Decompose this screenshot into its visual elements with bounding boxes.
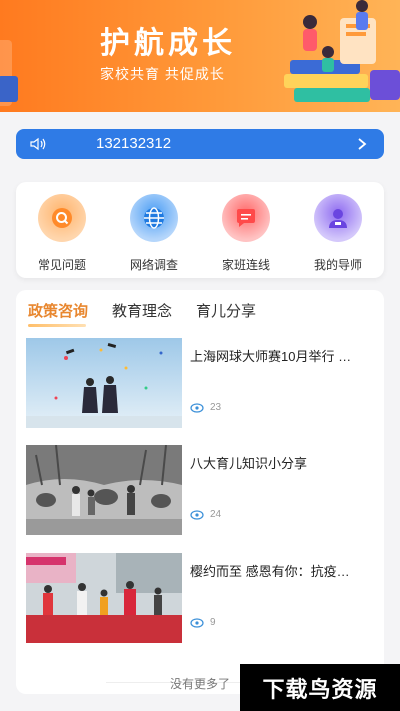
article-item[interactable]: 樱约而至 感恩有你：抗疫医… 9 <box>26 553 374 643</box>
chat-icon <box>222 194 270 242</box>
menu-label: 常见问题 <box>37 258 86 272</box>
menu-label: 我的导师 <box>313 258 362 272</box>
eye-icon <box>190 509 204 520</box>
street-crowd-photo <box>26 445 182 535</box>
watermark: 下载鸟资源 <box>240 664 400 711</box>
article-item[interactable]: 八大育儿知识小分享 24 <box>26 445 374 535</box>
teacher-icon <box>314 194 362 242</box>
view-count: 23 <box>190 402 221 413</box>
welcome-ceremony-photo <box>26 553 182 643</box>
decor-book <box>0 76 18 102</box>
article-item[interactable]: 上海网球大师赛10月举行 亲… 23 <box>26 338 374 428</box>
tab-parenting-share[interactable]: 育儿分享 <box>196 300 256 321</box>
article-title: 樱约而至 感恩有你：抗疫医… <box>190 564 360 579</box>
article-title: 上海网球大师赛10月举行 亲… <box>190 349 360 364</box>
tab-policy[interactable]: 政策咨询 <box>28 300 88 327</box>
tab-education-philosophy[interactable]: 教育理念 <box>112 300 172 321</box>
menu-label: 家班连线 <box>221 258 270 272</box>
notice-text: 132132312 <box>96 135 172 152</box>
chevron-right-icon <box>358 138 367 150</box>
menu-faq[interactable]: 常见问题 <box>22 194 102 278</box>
menu-label: 网络调查 <box>129 258 178 272</box>
banner-subtitle: 家校共育 共促成长 <box>100 66 225 82</box>
globe-icon <box>130 194 178 242</box>
banner-title: 护航成长 <box>100 27 236 60</box>
article-title: 八大育儿知识小分享 <box>190 456 308 471</box>
header-banner: 护航成长 家校共育 共促成长 <box>0 0 400 112</box>
banner-illustration <box>284 0 400 102</box>
view-count: 9 <box>190 617 216 628</box>
graduation-photo <box>26 338 182 428</box>
menu-survey[interactable]: 网络调查 <box>114 194 194 278</box>
view-count-number: 9 <box>210 617 216 628</box>
eye-icon <box>190 402 204 413</box>
notice-bar[interactable]: 132132312 <box>16 129 384 159</box>
eye-icon <box>190 617 204 628</box>
view-count: 24 <box>190 509 221 520</box>
content-panel: 政策咨询 教育理念 育儿分享 上海网球大师赛10月举行 亲… 23 八大育儿知识… <box>16 290 384 694</box>
quick-menu: 常见问题 网络调查 家班连线 我的导师 <box>16 182 384 278</box>
speaker-icon <box>30 137 46 151</box>
view-count-number: 23 <box>210 402 222 413</box>
notice-section: 132132312 <box>0 112 400 176</box>
help-icon <box>38 194 86 242</box>
menu-my-mentor[interactable]: 我的导师 <box>298 194 378 278</box>
tab-bar: 政策咨询 教育理念 育儿分享 <box>28 300 256 327</box>
view-count-number: 24 <box>210 509 222 520</box>
menu-class-connect[interactable]: 家班连线 <box>206 194 286 278</box>
